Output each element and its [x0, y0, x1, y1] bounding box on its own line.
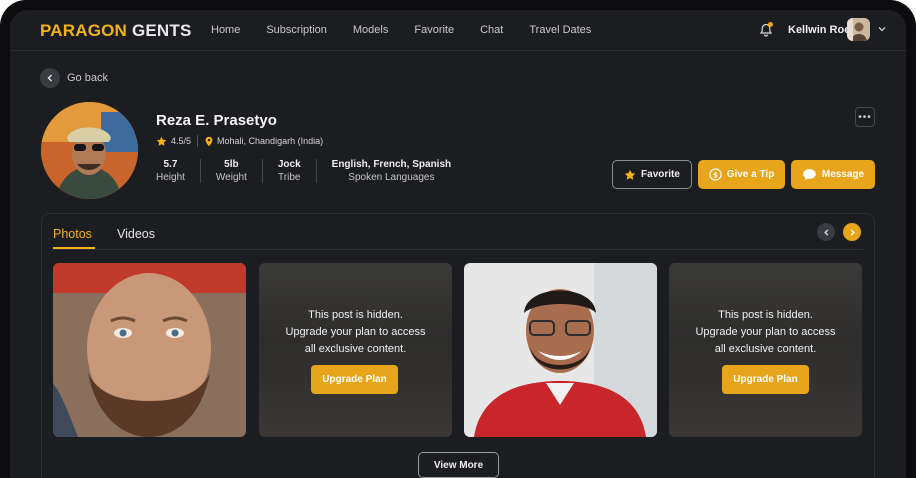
- chevron-left-icon: [823, 228, 828, 236]
- meta-divider: [197, 135, 199, 147]
- profile-name: Reza E. Prasetyo: [156, 112, 277, 129]
- stat-value: English, French, Spanish: [331, 159, 452, 170]
- hidden-post-line3: all exclusive content.: [304, 343, 407, 355]
- star-icon: [624, 169, 636, 180]
- favorite-button-label: Favorite: [641, 169, 680, 180]
- profile-photo: [41, 102, 138, 199]
- hidden-post-line1: This post is hidden.: [308, 309, 403, 321]
- app-screen: PARAGON GENTS Home Subscription Models F…: [10, 10, 906, 478]
- hidden-post-card: This post is hidden. Upgrade your plan t…: [259, 263, 452, 437]
- user-name[interactable]: Kellwin Roe: [788, 24, 850, 36]
- view-more-button[interactable]: View More: [418, 452, 499, 478]
- hidden-post-message: This post is hidden. Upgrade your plan t…: [669, 307, 862, 358]
- profile-stats: 5.7 Height 5lb Weight Jock Tribe English…: [156, 159, 466, 183]
- stat-label: Weight: [215, 172, 247, 183]
- chevron-down-icon[interactable]: [877, 24, 887, 34]
- chevron-left-icon: [47, 74, 52, 82]
- stat-value: 5.7: [163, 159, 178, 170]
- favorite-button[interactable]: Favorite: [612, 160, 692, 189]
- chat-bubble-icon: [803, 169, 816, 181]
- nav-chat[interactable]: Chat: [480, 24, 503, 36]
- upgrade-plan-button[interactable]: Upgrade Plan: [311, 365, 398, 394]
- photo-image: [464, 263, 657, 437]
- more-options-button[interactable]: •••: [855, 107, 875, 127]
- hidden-post-line1: This post is hidden.: [718, 309, 813, 321]
- tab-videos[interactable]: Videos: [117, 227, 155, 241]
- stat-label: Spoken Languages: [348, 172, 435, 183]
- go-back-label[interactable]: Go back: [67, 72, 108, 84]
- profile-location: Mohali, Chandigarh (India): [217, 136, 324, 146]
- notification-dot: [768, 22, 773, 27]
- nav-favorite[interactable]: Favorite: [414, 24, 454, 36]
- give-tip-button-label: Give a Tip: [726, 169, 775, 180]
- upgrade-plan-button[interactable]: Upgrade Plan: [722, 365, 809, 394]
- stat-label: Height: [156, 172, 185, 183]
- nav-travel-dates[interactable]: Travel Dates: [529, 24, 591, 36]
- tab-divider: [53, 249, 863, 250]
- hidden-post-line2: Upgrade your plan to access: [285, 326, 426, 338]
- active-tab-indicator: [53, 247, 95, 249]
- svg-text:$: $: [713, 170, 718, 179]
- brand-logo-part1: PARAGON: [40, 21, 128, 40]
- dollar-coin-icon: $: [709, 168, 722, 181]
- hidden-post-message: This post is hidden. Upgrade your plan t…: [259, 307, 452, 358]
- hidden-post-card: This post is hidden. Upgrade your plan t…: [669, 263, 862, 437]
- stat-weight: 5lb Weight: [199, 159, 262, 183]
- hidden-post-line3: all exclusive content.: [714, 343, 817, 355]
- message-button[interactable]: Message: [791, 160, 875, 189]
- carousel-prev-button[interactable]: [817, 223, 835, 241]
- nav-home[interactable]: Home: [211, 24, 240, 36]
- star-icon: [156, 136, 167, 146]
- main-nav: Home Subscription Models Favorite Chat T…: [211, 24, 617, 36]
- photo-card[interactable]: [53, 263, 246, 437]
- nav-subscription[interactable]: Subscription: [266, 24, 327, 36]
- message-button-label: Message: [821, 169, 865, 180]
- brand-logo[interactable]: PARAGON GENTS: [40, 21, 192, 41]
- go-back-button[interactable]: [40, 68, 60, 88]
- stat-tribe: Jock Tribe: [261, 159, 316, 183]
- hidden-post-line2: Upgrade your plan to access: [695, 326, 836, 338]
- nav-models[interactable]: Models: [353, 24, 388, 36]
- carousel-next-button[interactable]: [843, 223, 861, 241]
- notification-bell-icon[interactable]: [758, 22, 774, 38]
- stat-height: 5.7 Height: [156, 159, 200, 183]
- device-frame: PARAGON GENTS Home Subscription Models F…: [0, 0, 916, 478]
- photo-card[interactable]: [464, 263, 657, 437]
- stat-value: Jock: [277, 159, 301, 170]
- stat-label: Tribe: [278, 172, 301, 183]
- top-navigation-bar: PARAGON GENTS Home Subscription Models F…: [10, 10, 906, 51]
- profile-meta: 4.5/5 Mohali, Chandigarh (India): [156, 135, 323, 147]
- location-pin-icon: [205, 136, 213, 146]
- tab-photos[interactable]: Photos: [53, 227, 92, 241]
- stat-value: 5lb: [224, 159, 239, 170]
- user-avatar[interactable]: [847, 18, 870, 41]
- stat-languages: English, French, Spanish Spoken Language…: [315, 159, 466, 183]
- profile-rating: 4.5/5: [171, 136, 192, 146]
- give-tip-button[interactable]: $ Give a Tip: [698, 160, 785, 189]
- chevron-right-icon: [850, 228, 855, 236]
- brand-logo-part2: GENTS: [131, 21, 192, 40]
- photo-image: [53, 263, 246, 437]
